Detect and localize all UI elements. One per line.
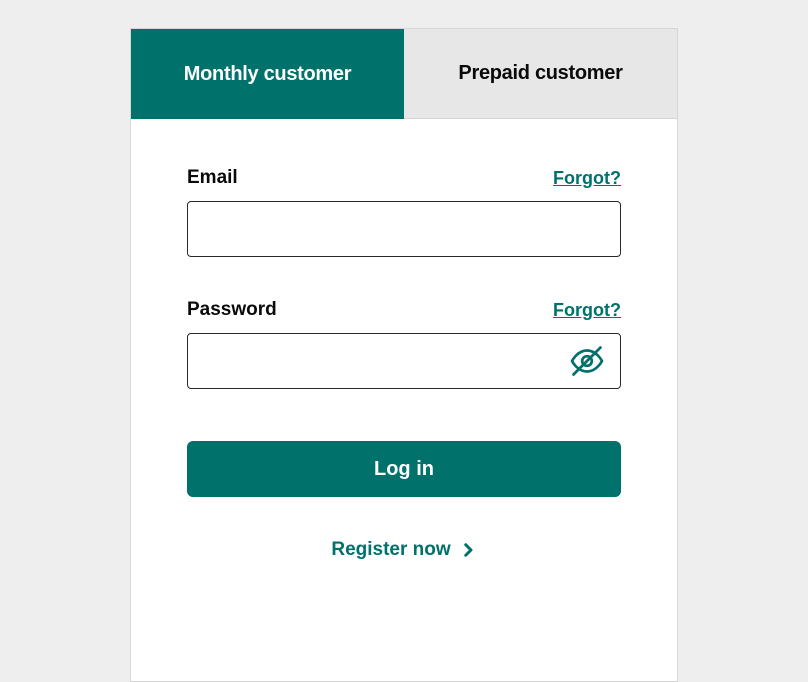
tab-prepaid-customer[interactable]: Prepaid customer [404,29,677,119]
tab-monthly-customer[interactable]: Monthly customer [131,29,404,119]
forgot-password-link[interactable]: Forgot? [553,300,621,321]
login-form: Email Forgot? Password Forgot? [131,119,677,601]
login-button[interactable]: Log in [187,441,621,497]
email-label-row: Email Forgot? [187,167,621,189]
forgot-email-link[interactable]: Forgot? [553,168,621,189]
password-field-group: Password Forgot? [187,299,621,389]
toggle-password-visibility-icon[interactable] [569,343,605,379]
email-field-group: Email Forgot? [187,167,621,257]
email-input[interactable] [187,201,621,257]
email-label: Email [187,167,238,189]
email-input-wrap [187,201,621,257]
password-label: Password [187,299,277,321]
register-now-link[interactable]: Register now [187,539,621,561]
password-input-wrap [187,333,621,389]
password-input[interactable] [187,333,621,389]
chevron-right-icon [459,541,477,559]
register-now-label: Register now [331,539,450,561]
password-label-row: Password Forgot? [187,299,621,321]
login-card: Monthly customer Prepaid customer Email … [130,28,678,682]
customer-type-tabs: Monthly customer Prepaid customer [131,29,677,119]
